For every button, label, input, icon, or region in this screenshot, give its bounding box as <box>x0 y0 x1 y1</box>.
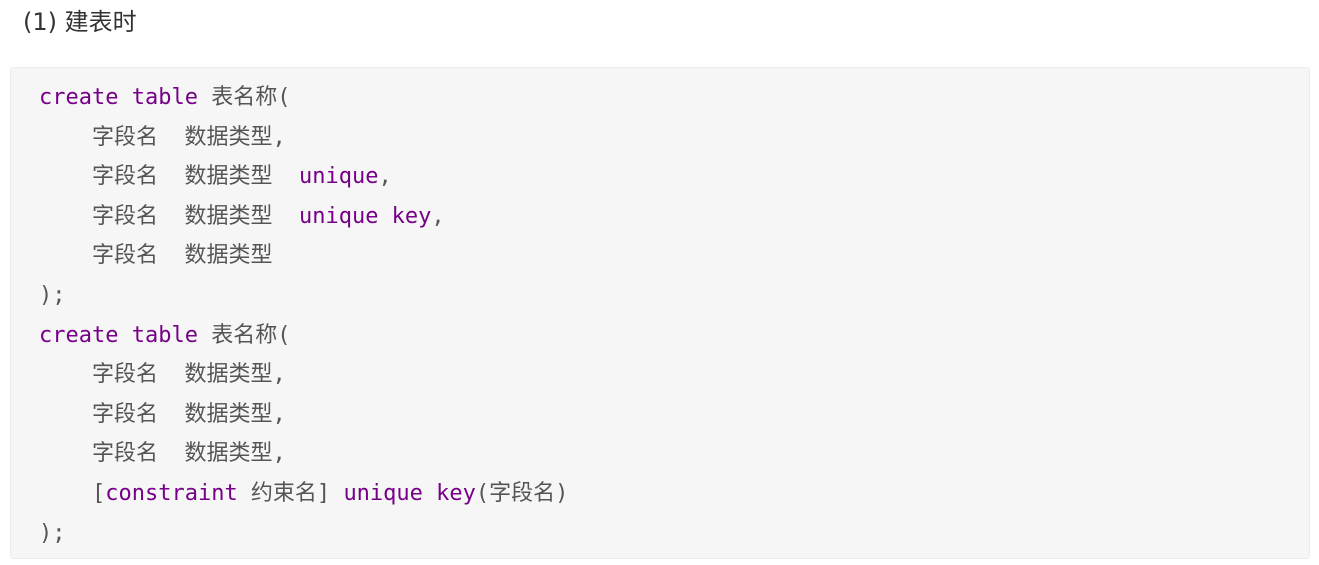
code-text: , <box>431 203 445 229</box>
code-line: 字段名 数据类型, <box>39 434 568 474</box>
code-text: 字段名 数据类型, <box>39 441 286 467</box>
code-text: (字段名) <box>475 480 569 506</box>
code-keyword: unique key <box>343 480 476 506</box>
code-line: ); <box>39 514 568 554</box>
code-lines: create table 表名称( 字段名 数据类型, 字段名 数据类型 uni… <box>39 78 568 553</box>
code-text: 字段名 数据类型 <box>39 203 299 229</box>
code-text: 字段名 数据类型 <box>39 243 273 269</box>
code-text: 字段名 数据类型, <box>39 362 286 388</box>
code-text: ); <box>39 520 66 546</box>
code-line: [constraint 约束名] unique key(字段名) <box>39 474 568 514</box>
code-line: create table 表名称( <box>39 78 568 118</box>
code-text: , <box>378 164 392 190</box>
code-line: 字段名 数据类型 unique key, <box>39 197 568 237</box>
code-block[interactable]: create table 表名称( 字段名 数据类型, 字段名 数据类型 uni… <box>10 67 1310 559</box>
code-text: ); <box>39 282 66 308</box>
code-line: 字段名 数据类型, <box>39 355 568 395</box>
section-heading: (1) 建表时 <box>23 8 137 36</box>
code-keyword: constraint <box>105 480 238 506</box>
code-line: 字段名 数据类型 unique, <box>39 157 568 197</box>
code-text: 表名称( <box>197 322 291 348</box>
code-line: 字段名 数据类型 <box>39 236 568 276</box>
code-text: 字段名 数据类型, <box>39 401 286 427</box>
code-keyword: unique <box>298 164 379 190</box>
code-keyword: unique key <box>298 203 432 229</box>
code-keyword: create table <box>39 85 198 110</box>
code-text: 约束名] <box>237 480 344 506</box>
code-line: 字段名 数据类型, <box>39 118 568 158</box>
code-text: 字段名 数据类型 <box>39 164 299 190</box>
code-line: create table 表名称( <box>39 316 568 356</box>
code-text: [ <box>39 480 106 506</box>
code-line: ); <box>39 276 568 316</box>
code-keyword: create table <box>39 322 198 348</box>
code-line: 字段名 数据类型, <box>39 395 568 435</box>
code-text: 字段名 数据类型, <box>39 124 286 150</box>
code-text: 表名称( <box>197 85 291 110</box>
